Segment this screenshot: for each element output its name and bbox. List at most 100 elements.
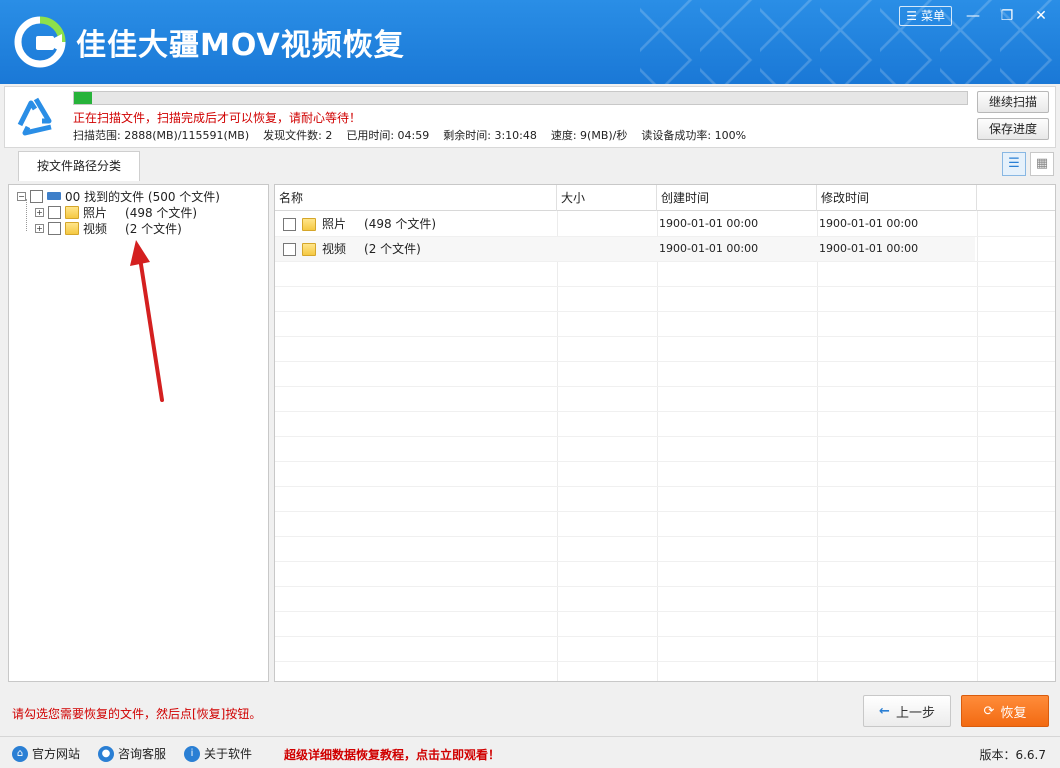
elapsed-time: 已用时间: 04:59 — [346, 129, 430, 142]
list-item-modified: 1900-01-01 00:00 — [819, 217, 919, 230]
tree-item-count: (2 个文件) — [125, 221, 182, 236]
list-item-count: (498 个文件) — [364, 217, 437, 231]
customer-service-label: 咨询客服 — [118, 747, 167, 761]
row-divider — [275, 511, 1055, 512]
tree-root-checkbox[interactable] — [30, 189, 43, 203]
info-icon: i — [184, 745, 200, 762]
row-divider — [275, 661, 1055, 662]
row-divider — [275, 411, 1055, 412]
list-item[interactable]: 视频 (2 个文件) 1900-01-01 00:00 1900-01-01 0… — [275, 237, 975, 261]
about-software-link[interactable]: i 关于软件 — [184, 745, 252, 762]
folder-icon — [65, 221, 79, 235]
expand-icon[interactable]: + — [35, 207, 44, 217]
previous-step-button[interactable]: ← 上一步 — [863, 695, 951, 727]
collapse-icon[interactable]: − — [17, 191, 26, 201]
row-divider — [275, 636, 1055, 637]
list-item[interactable]: 照片 (498 个文件) 1900-01-01 00:00 1900-01-01… — [275, 212, 975, 236]
minimize-icon[interactable]: — — [960, 6, 986, 26]
app-title: 佳佳大疆MOV视频恢复 — [76, 28, 405, 63]
recycle-icon — [17, 97, 52, 136]
window-controls: ☰ 菜单 — ❐ ✕ — [899, 6, 1054, 26]
scan-stats: 扫描范围: 2888(MB)/115591(MB) 发现文件数: 2 已用时间:… — [73, 127, 746, 143]
list-item-created: 1900-01-01 00:00 — [659, 242, 759, 255]
list-item-name-cell: 视频 (2 个文件) — [283, 237, 421, 261]
official-site-label: 官方网站 — [32, 747, 81, 761]
drive-icon — [47, 190, 61, 202]
tree-item-label: 视频 — [83, 221, 108, 236]
list-item-name-cell: 照片 (498 个文件) — [283, 212, 436, 236]
tab-by-path[interactable]: 按文件路径分类 — [18, 151, 141, 181]
column-name[interactable]: 名称 — [275, 185, 557, 211]
row-divider — [275, 586, 1055, 587]
previous-step-label: 上一步 — [895, 705, 935, 721]
menu-button[interactable]: ☰ 菜单 — [899, 6, 952, 26]
official-site-link[interactable]: ⌂ 官方网站 — [12, 745, 80, 762]
list-item-checkbox[interactable] — [283, 217, 296, 231]
remaining-time: 剩余时间: 3:10:48 — [443, 129, 537, 142]
maximize-icon[interactable]: ❐ — [994, 6, 1020, 26]
list-item-name: 照片 — [322, 217, 347, 231]
list-item-created: 1900-01-01 00:00 — [659, 217, 759, 230]
scan-progress-fill — [74, 92, 92, 104]
save-progress-button[interactable]: 保存进度 — [977, 118, 1049, 140]
list-item-count: (2 个文件) — [364, 242, 421, 256]
close-icon[interactable]: ✕ — [1028, 6, 1054, 26]
tree-item-videos[interactable]: + 视频 (2 个文件) — [35, 220, 182, 236]
row-divider — [275, 261, 1055, 262]
about-software-label: 关于软件 — [204, 747, 253, 761]
chat-icon: ● — [98, 745, 114, 762]
home-icon: ⌂ — [12, 745, 28, 762]
selection-hint: 请勾选您需要恢复的文件，然后点[恢复]按钮。 — [12, 707, 262, 721]
tutorial-promo-link[interactable]: 超级详细数据恢复教程，点击立即观看！ — [284, 746, 500, 763]
refresh-icon: ⟳ — [983, 703, 995, 719]
customer-service-link[interactable]: ● 咨询客服 — [98, 745, 166, 762]
row-divider — [275, 286, 1055, 287]
row-divider — [275, 436, 1055, 437]
version-label: 版本：6.6.7 — [979, 748, 1046, 762]
scan-range: 扫描范围: 2888(MB)/115591(MB) — [73, 129, 250, 142]
menu-label: 菜单 — [920, 9, 945, 23]
file-list-header: 名称 大小 创建时间 修改时间 — [275, 185, 1055, 211]
recover-button[interactable]: ⟳ 恢复 — [961, 695, 1049, 727]
column-size[interactable]: 大小 — [557, 185, 657, 211]
title-bar: 佳佳大疆MOV视频恢复 ☰ 菜单 — ❐ ✕ — [0, 0, 1060, 84]
row-divider — [275, 361, 1055, 362]
grid-view-icon[interactable]: ▦ — [1030, 152, 1054, 176]
tree-item-photos[interactable]: + 照片 (498 个文件) — [35, 204, 197, 220]
recover-label: 恢复 — [1000, 705, 1027, 721]
folder-icon — [65, 205, 79, 219]
tree-item-checkbox[interactable] — [48, 205, 61, 219]
tree-root[interactable]: − 00 找到的文件 (500 个文件) — [17, 188, 220, 204]
folder-icon — [302, 217, 316, 231]
row-divider — [275, 536, 1055, 537]
folder-icon — [302, 242, 316, 256]
column-created[interactable]: 创建时间 — [657, 185, 817, 211]
scan-progress-bar — [73, 91, 968, 105]
continue-scan-button[interactable]: 继续扫描 — [977, 91, 1049, 113]
tab-bar: 按文件路径分类 ☰ ▦ — [4, 150, 1056, 181]
expand-icon[interactable]: + — [35, 223, 44, 233]
list-item-checkbox[interactable] — [283, 242, 296, 256]
row-divider — [275, 336, 1055, 337]
row-divider — [275, 611, 1055, 612]
scan-status-panel: 正在扫描文件，扫描完成后才可以恢复，请耐心等待！ 扫描范围: 2888(MB)/… — [4, 86, 1056, 148]
list-item-name: 视频 — [322, 242, 347, 256]
tree-item-label: 照片 — [83, 205, 108, 220]
tree-item-count: (498 个文件) — [125, 205, 198, 220]
scan-speed: 速度: 9(MB)/秒 — [550, 129, 628, 142]
found-count: 发现文件数: 2 — [263, 129, 333, 142]
scan-message: 正在扫描文件，扫描完成后才可以恢复，请耐心等待！ — [73, 111, 362, 125]
app-logo-icon — [14, 16, 66, 68]
column-modified[interactable]: 修改时间 — [817, 185, 977, 211]
arrow-left-icon: ← — [879, 703, 890, 719]
tree-item-checkbox[interactable] — [48, 221, 61, 235]
menu-icon: ☰ — [906, 9, 917, 23]
list-view-icon[interactable]: ☰ — [1002, 152, 1026, 176]
row-divider — [275, 311, 1055, 312]
annotation-arrow-icon — [130, 240, 164, 402]
row-divider — [275, 386, 1055, 387]
read-success-rate: 读设备成功率: 100% — [641, 129, 747, 142]
row-divider — [275, 561, 1055, 562]
footer-bar: ⌂ 官方网站 ● 咨询客服 i 关于软件 超级详细数据恢复教程，点击立即观看！ … — [0, 736, 1060, 768]
list-item-modified: 1900-01-01 00:00 — [819, 242, 919, 255]
